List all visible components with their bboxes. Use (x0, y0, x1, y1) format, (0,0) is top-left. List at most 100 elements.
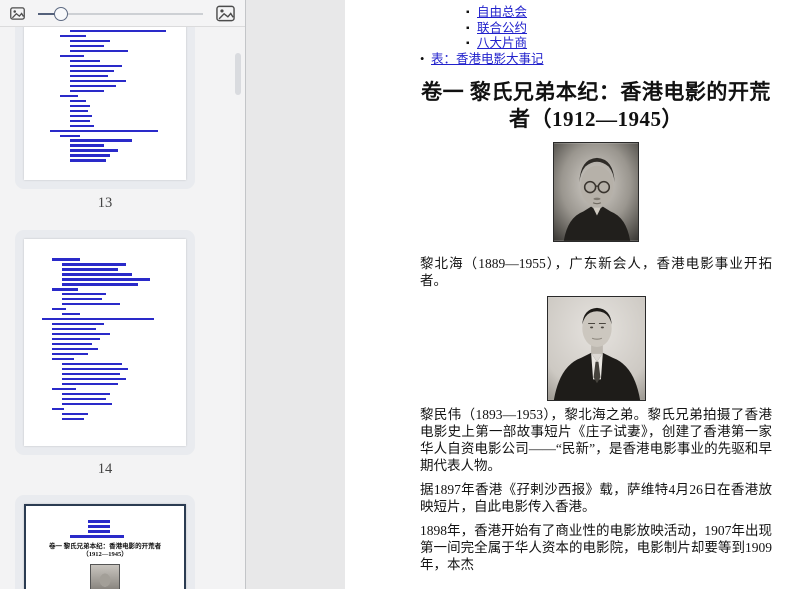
portrait-photo-li-beihai (553, 142, 639, 242)
pdf-reader-window: 13 14 卷一 黎氏兄弟本纪：香港电影的开荒者（1912—1945） ▪ 自由… (0, 0, 794, 589)
thumbnail-card[interactable] (15, 27, 195, 189)
thumbnail-link-line (52, 307, 66, 311)
thumbnail-preview-toc-page (24, 27, 186, 180)
thumbnail-card[interactable] (15, 230, 195, 455)
thumbnail-link-line (62, 267, 118, 271)
thumbnail-size-slider[interactable] (38, 6, 203, 21)
thumbnail-link-line (70, 159, 106, 163)
document-viewer: 自由总会 联合公约 八大片商 表：香港电影大事记 卷一 黎氏兄弟本纪：香港电影的… (246, 0, 794, 589)
thumbnail-link-line (70, 534, 124, 538)
thumbnail-link-line (70, 59, 100, 63)
thumbnail-link-line (42, 317, 154, 321)
thumbnail-link-line (70, 39, 110, 43)
thumbnail-link-line (70, 49, 128, 53)
document-content: 自由总会 联合公约 八大片商 表：香港电影大事记 卷一 黎氏兄弟本纪：香港电影的… (345, 0, 794, 573)
thumbnail-link-line (70, 84, 116, 88)
thumbnail-link-line (52, 347, 98, 351)
page-number-label: 13 (97, 195, 113, 211)
toc-link-lianhegongyue[interactable]: 联合公约 (477, 21, 527, 35)
thumbnail-link-line (60, 134, 80, 138)
thumbnail-link-line (88, 529, 110, 533)
thumbnail-link-line (70, 144, 104, 148)
thumbnail-link-line (70, 124, 94, 128)
thumbnail-link-line (60, 94, 78, 98)
thumbnail-link-line (88, 520, 110, 523)
thumbnail-link-line (62, 372, 120, 376)
thumbnail-list: 13 14 卷一 黎氏兄弟本纪：香港电影的开荒者（1912—1945） (0, 27, 245, 589)
thumbnail-link-line (88, 524, 110, 528)
thumbnail-link-line (62, 402, 112, 406)
thumbnail-link-line (70, 114, 92, 118)
toc-link-badapianshang[interactable]: 八大片商 (477, 36, 527, 50)
thumbnail-link-line (62, 292, 106, 296)
caption-li-beihai: 黎北海（1889—1955），广东新会人，香港电影事业开拓者。 (420, 256, 772, 288)
thumbnail-link-line (70, 44, 104, 48)
thumbnail-link-line (70, 79, 126, 83)
slider-knob[interactable] (54, 6, 68, 21)
thumbnail-link-line (70, 69, 114, 73)
paragraph-li-minwei: 黎民伟（1893—1953），黎北海之弟。黎氏兄弟拍摄了香港电影史上第一部故事短… (420, 407, 772, 473)
thumbnail-link-line (52, 337, 100, 341)
toc-item: 八大片商 (420, 36, 772, 52)
thumbnail-link-line (70, 99, 86, 103)
thumbnail-link-line (62, 277, 150, 281)
thumbnail-link-line (52, 352, 88, 356)
thumbnail-link-line (70, 154, 110, 158)
thumbnail-link-line (62, 397, 106, 401)
chapter-heading: 卷一 黎氏兄弟本纪：香港电影的开荒者（1912—1945） (421, 80, 771, 131)
thumbnail-link-line (52, 322, 104, 326)
toc-item: 联合公约 (420, 21, 772, 37)
page-number-label: 14 (97, 461, 113, 477)
thumbnail-page-14: 14 (15, 230, 195, 478)
thumbnail-link-line (70, 29, 166, 33)
thumbnail-link-line (62, 412, 88, 416)
thumbnail-card-selected[interactable]: 卷一 黎氏兄弟本纪：香港电影的开荒者（1912—1945） (15, 495, 195, 589)
thumbnail-link-lines (26, 506, 184, 538)
thumbnail-link-line (52, 387, 76, 391)
document-page: 自由总会 联合公约 八大片商 表：香港电影大事记 卷一 黎氏兄弟本纪：香港电影的… (345, 0, 794, 589)
thumbnail-link-line (52, 342, 92, 346)
thumbnail-link-line (62, 392, 110, 396)
thumbnail-portrait-photo (90, 563, 120, 589)
thumbnail-heading: 卷一 黎氏兄弟本纪：香港电影的开荒者（1912—1945） (48, 542, 162, 558)
thumbnail-toolbar (0, 0, 245, 27)
thumbnail-link-line (70, 149, 118, 153)
thumbnail-link-line (50, 129, 158, 133)
thumbnail-page-current-selected: 卷一 黎氏兄弟本纪：香港电影的开荒者（1912—1945） (15, 495, 195, 589)
thumbnail-sidebar: 13 14 卷一 黎氏兄弟本纪：香港电影的开荒者（1912—1945） (0, 0, 246, 589)
thumbnail-link-line (62, 382, 118, 386)
thumbnail-link-line (70, 89, 104, 93)
thumbnail-link-line (62, 417, 84, 421)
thumbnail-page-13: 13 (15, 27, 195, 212)
thumbnail-link-line (60, 34, 86, 38)
thumbnail-link-line (52, 332, 110, 336)
toc-item: 自由总会 (420, 5, 772, 21)
thumbnail-link-line (70, 119, 90, 123)
thumbnail-link-line (52, 407, 64, 411)
thumbnail-link-line (70, 64, 122, 68)
small-thumbnail-image-icon[interactable] (10, 6, 25, 20)
thumbnail-link-line (52, 357, 74, 361)
toc-item: 表：香港电影大事记 (420, 52, 772, 68)
image-icon (216, 5, 235, 21)
thumbnail-link-line (62, 367, 128, 371)
thumbnail-link-line (70, 139, 132, 143)
portrait-photo-li-minwei (546, 296, 646, 401)
thumbnail-link-line (70, 74, 108, 78)
thumbnail-link-line (52, 327, 96, 331)
thumbnail-link-line (62, 302, 120, 306)
thumbnail-link-line (62, 272, 132, 276)
paragraph-1897: 据1897年香港《孖剌沙西报》载，萨维特4月26日在香港放映短片，自此电影传入香… (420, 482, 772, 514)
thumbnail-link-line (62, 377, 126, 381)
thumbnail-link-line (60, 54, 84, 58)
thumbnail-preview-current-page: 卷一 黎氏兄弟本纪：香港电影的开荒者（1912—1945） (24, 504, 186, 589)
large-thumbnail-image-icon[interactable] (216, 5, 235, 22)
toc-link-ziyouzonghui[interactable]: 自由总会 (477, 5, 527, 19)
sidebar-scrollbar-thumb[interactable] (235, 53, 241, 95)
thumbnail-link-line (52, 258, 80, 261)
thumbnail-preview-toc-page (24, 239, 186, 446)
thumbnail-link-line (62, 282, 138, 286)
thumbnail-link-line (62, 362, 122, 366)
paragraph-1898: 1898年，香港开始有了商业性的电影放映活动，1907年出现第一间完全属于华人资… (420, 523, 772, 572)
toc-link-dashiji-table[interactable]: 表：香港电影大事记 (431, 52, 544, 66)
